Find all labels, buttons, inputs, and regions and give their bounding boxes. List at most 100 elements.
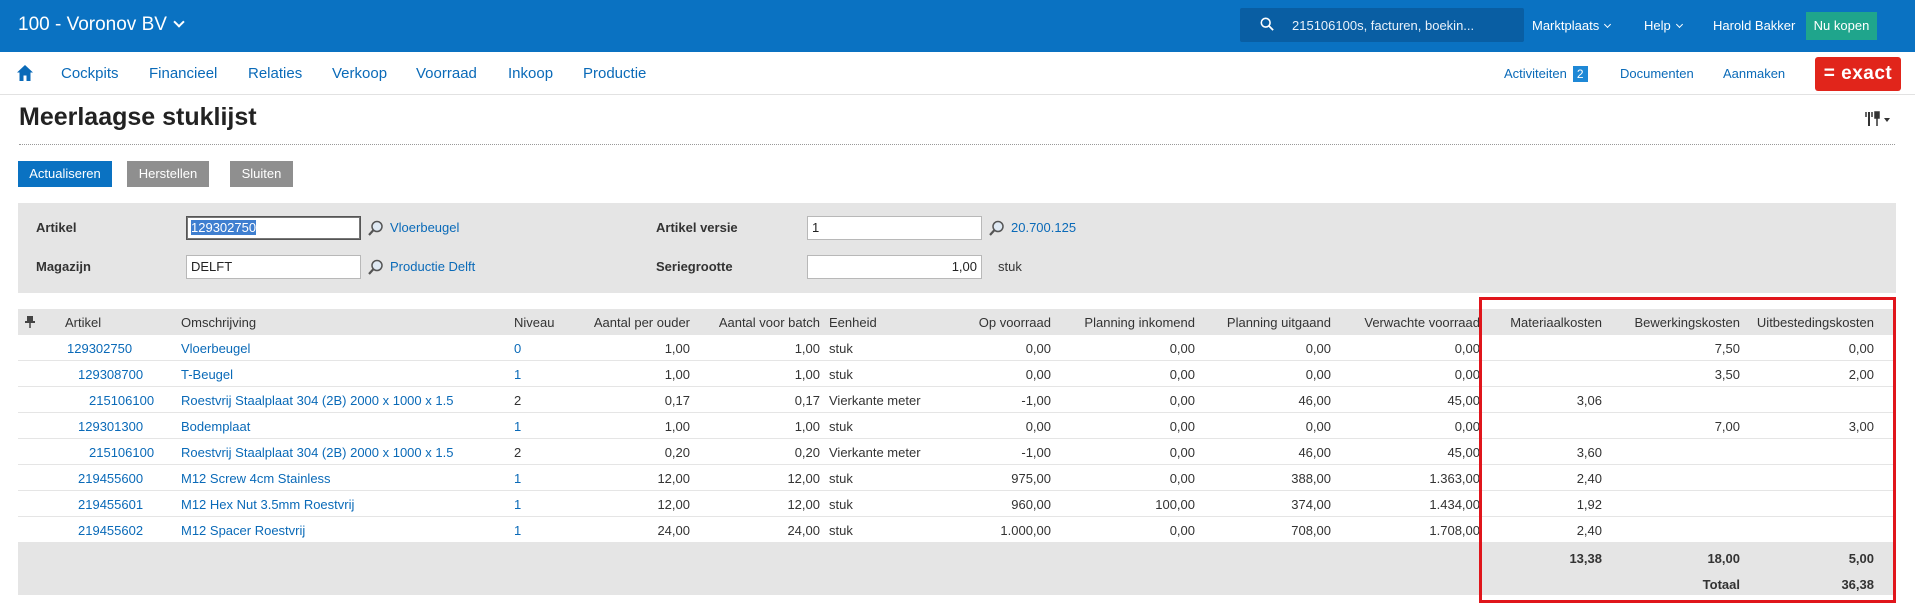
cell-omschrijving[interactable]: T-Beugel	[181, 367, 233, 382]
article-input[interactable]: 129302750	[186, 216, 361, 240]
cell-omschrijving[interactable]: M12 Hex Nut 3.5mm Roestvrij	[181, 497, 354, 512]
warehouse-search-icon[interactable]	[368, 259, 384, 275]
col-op-voorraad[interactable]: Op voorraad	[928, 315, 1051, 330]
col-materiaalkosten[interactable]: Materiaalkosten	[1486, 315, 1602, 330]
cell-artikel-link[interactable]: 219455602	[78, 523, 143, 538]
cell-niveau[interactable]: 1	[514, 419, 521, 434]
cell-verwachte-voorraad: 1.434,00	[1429, 497, 1480, 512]
cell-omschrijving[interactable]: Bodemplaat	[181, 419, 250, 434]
article-label: Artikel	[36, 220, 77, 235]
cell-niveau[interactable]: 1	[514, 367, 521, 382]
table-row[interactable]: 129308700 T-Beugel 1 1,00 1,00 stuk 0,00 0,00 0,…	[18, 361, 1896, 387]
cell-op-voorraad: 0,00	[1025, 367, 1051, 382]
cell-omschrijving[interactable]: M12 Screw 4cm Stainless	[181, 471, 331, 486]
cell-artikel-link[interactable]: 219455601	[78, 497, 143, 512]
pin-icon[interactable]	[25, 315, 35, 329]
cell-eenheid: Vierkante meter	[829, 445, 921, 460]
cell-verwachte-voorraad: 45,00	[1447, 445, 1480, 460]
global-search[interactable]: 215106100s, facturen, boekin...	[1240, 8, 1524, 42]
grid-header: Artikel Omschrijving Niveau Aantal per o…	[18, 309, 1896, 335]
cell-aantal-voor-batch: 0,20	[794, 445, 820, 460]
cell-artikel-link[interactable]: 129302750	[67, 341, 132, 356]
col-aantal-per-ouder[interactable]: Aantal per ouder	[560, 315, 690, 330]
cell-planning-uitgaand: 0,00	[1305, 419, 1331, 434]
nav-item-financieel[interactable]: Financieel	[149, 65, 217, 82]
table-row[interactable]: 129302750 Vloerbeugel 0 1,00 1,00 stuk 0,00 0,0…	[18, 335, 1896, 361]
total-materiaalkosten: 13,38	[1569, 551, 1602, 566]
cell-aantal-per-ouder: 1,00	[664, 341, 690, 356]
cell-verwachte-voorraad: 1.363,00	[1429, 471, 1480, 486]
cell-artikel-link[interactable]: 215106100	[89, 393, 154, 408]
documents-link[interactable]: Documenten	[1620, 66, 1694, 81]
cell-eenheid: stuk	[829, 419, 853, 434]
col-uitbestedingskosten[interactable]: Uitbestedingskosten	[1746, 315, 1874, 330]
table-row[interactable]: 215106100 Roestvrij Staalplaat 304 (2B) 2…	[18, 439, 1896, 465]
cell-niveau: 2	[514, 445, 522, 460]
cell-artikel-link[interactable]: 129308700	[78, 367, 143, 382]
cell-aantal-per-ouder: 1,00	[664, 419, 690, 434]
company-selector[interactable]: 100 - Voronov BV	[18, 14, 185, 36]
cell-niveau[interactable]: 1	[514, 523, 521, 538]
version-description-link[interactable]: 20.700.125	[1011, 220, 1076, 235]
col-bewerkingskosten[interactable]: Bewerkingskosten	[1608, 315, 1741, 330]
table-row[interactable]: 219455600 M12 Screw 4cm Stainless 1 12,00 12…	[18, 465, 1896, 491]
refresh-button[interactable]: Actualiseren	[18, 161, 112, 187]
cell-niveau[interactable]: 1	[514, 471, 521, 486]
cell-planning-uitgaand: 0,00	[1305, 367, 1331, 382]
marketplace-label: Marktplaats	[1532, 18, 1600, 33]
warehouse-description-link[interactable]: Productie Delft	[390, 259, 475, 274]
reset-button[interactable]: Herstellen	[127, 161, 209, 187]
nav-item-verkoop[interactable]: Verkoop	[332, 65, 387, 82]
grand-total-value: 36,38	[1841, 577, 1874, 592]
create-link[interactable]: Aanmaken	[1723, 66, 1785, 81]
col-planning-inkomend[interactable]: Planning inkomend	[1058, 315, 1195, 330]
tools-menu-icon[interactable]	[1864, 109, 1894, 129]
cell-artikel-link[interactable]: 129301300	[78, 419, 143, 434]
nav-item-inkoop[interactable]: Inkoop	[508, 65, 553, 82]
nav-item-productie[interactable]: Productie	[583, 65, 646, 82]
table-row[interactable]: 215106100 Roestvrij Staalplaat 304 (2B) 2…	[18, 387, 1896, 413]
cell-omschrijving[interactable]: Roestvrij Staalplaat 304 (2B) 2000 x 100…	[181, 445, 453, 460]
version-search-icon[interactable]	[989, 220, 1005, 236]
cell-omschrijving[interactable]: M12 Spacer Roestvrij	[181, 523, 305, 538]
main-nav: Cockpits Financieel Relaties Verkoop Voo…	[0, 52, 1915, 95]
article-search-icon[interactable]	[368, 220, 384, 236]
cell-artikel-link[interactable]: 215106100	[89, 445, 154, 460]
search-input[interactable]: 215106100s, facturen, boekin...	[1292, 18, 1516, 33]
col-eenheid[interactable]: Eenheid	[829, 315, 877, 330]
buy-now-button[interactable]: Nu kopen	[1806, 12, 1877, 40]
cell-niveau: 2	[514, 393, 522, 408]
nav-item-voorraad[interactable]: Voorraad	[416, 65, 477, 82]
activities-label: Activiteiten	[1504, 66, 1567, 81]
home-icon[interactable]	[16, 64, 34, 82]
version-input[interactable]: 1	[807, 216, 982, 240]
nav-item-cockpits[interactable]: Cockpits	[61, 65, 119, 82]
col-omschrijving[interactable]: Omschrijving	[181, 315, 256, 330]
article-description-link[interactable]: Vloerbeugel	[390, 220, 459, 235]
cell-omschrijving[interactable]: Vloerbeugel	[181, 341, 250, 356]
total-bewerkingskosten: 18,00	[1707, 551, 1740, 566]
col-niveau[interactable]: Niveau	[514, 315, 554, 330]
cell-artikel-link[interactable]: 219455600	[78, 471, 143, 486]
warehouse-input[interactable]: DELFT	[186, 255, 361, 279]
table-row[interactable]: 219455602 M12 Spacer Roestvrij 1 24,00 24,00…	[18, 517, 1896, 543]
marketplace-menu[interactable]: Marktplaats	[1532, 18, 1612, 33]
col-artikel[interactable]: Artikel	[65, 315, 101, 330]
col-planning-uitgaand[interactable]: Planning uitgaand	[1201, 315, 1331, 330]
batch-size-input[interactable]: 1,00	[807, 255, 982, 279]
user-menu[interactable]: Harold Bakker	[1713, 18, 1795, 33]
cell-planning-inkomend: 0,00	[1169, 445, 1195, 460]
activities-link[interactable]: Activiteiten 2	[1504, 66, 1588, 82]
close-button[interactable]: Sluiten	[230, 161, 293, 187]
batch-size-label: Seriegrootte	[656, 259, 733, 274]
cell-verwachte-voorraad: 0,00	[1454, 341, 1480, 356]
nav-item-relaties[interactable]: Relaties	[248, 65, 302, 82]
table-row[interactable]: 129301300 Bodemplaat 1 1,00 1,00 stuk 0,00 0,00…	[18, 413, 1896, 439]
table-row[interactable]: 219455601 M12 Hex Nut 3.5mm Roestvrij 1 12,…	[18, 491, 1896, 517]
col-verwachte-voorraad[interactable]: Verwachte voorraad	[1338, 315, 1480, 330]
help-menu[interactable]: Help	[1644, 18, 1683, 33]
cell-omschrijving[interactable]: Roestvrij Staalplaat 304 (2B) 2000 x 100…	[181, 393, 453, 408]
cell-niveau[interactable]: 1	[514, 497, 521, 512]
cell-niveau[interactable]: 0	[514, 341, 521, 356]
col-aantal-voor-batch[interactable]: Aantal voor batch	[695, 315, 820, 330]
